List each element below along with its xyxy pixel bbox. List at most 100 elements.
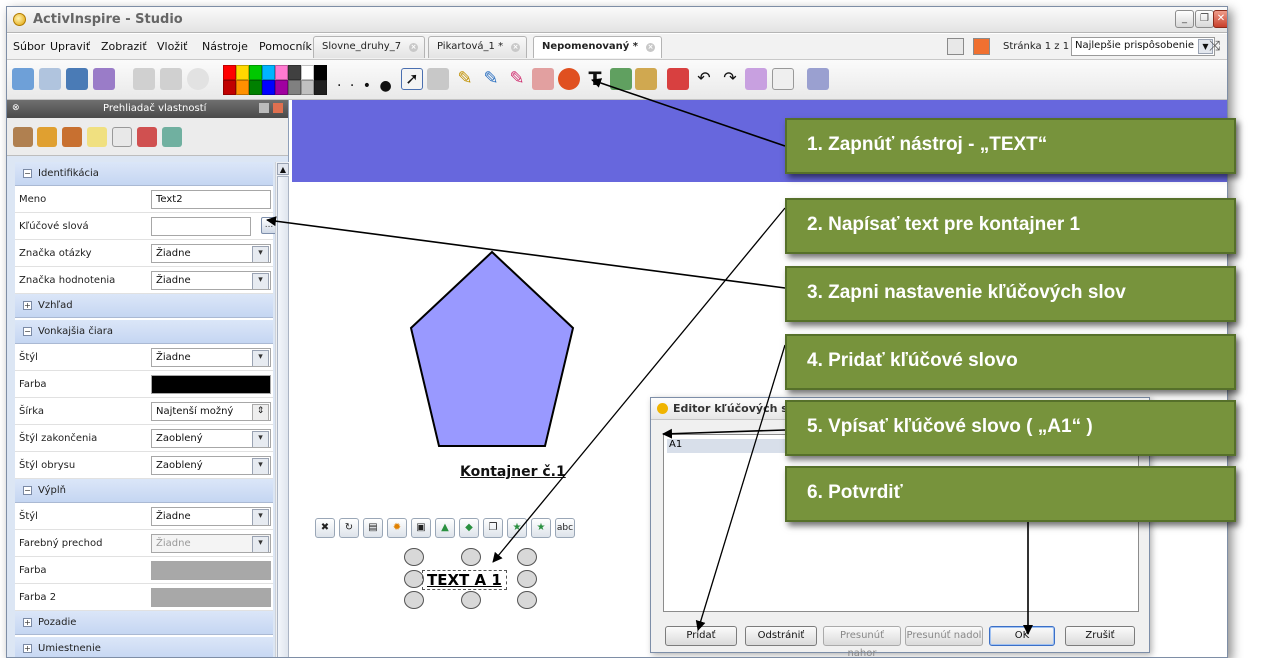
color-swatch[interactable] [223, 65, 236, 80]
action-browser-icon[interactable] [137, 127, 157, 147]
menu-help[interactable]: Pomocník [259, 40, 312, 53]
pin-icon[interactable] [273, 103, 283, 113]
color-swatch[interactable] [288, 65, 301, 80]
menu-view[interactable]: Zobraziť [101, 40, 147, 53]
color-swatch[interactable] [223, 80, 236, 95]
color-swatch[interactable] [249, 65, 262, 80]
pentagon-shape[interactable] [407, 248, 577, 448]
clear-icon[interactable] [745, 68, 767, 90]
pen-width-icon[interactable]: · · • ● [337, 78, 394, 94]
resize-handle[interactable] [517, 548, 537, 566]
tab-close-icon[interactable]: × [646, 43, 655, 52]
section-fill[interactable]: − Výplň [15, 479, 273, 503]
keywords-field[interactable] [151, 217, 251, 236]
desktop-icon[interactable] [66, 68, 88, 90]
section-outline[interactable]: − Vonkajšia čiara [15, 320, 273, 344]
close-window-button[interactable]: ✕ [1213, 10, 1227, 28]
scale-up-icon[interactable]: ▲ [435, 518, 455, 538]
connector-icon[interactable] [610, 68, 632, 90]
color-swatch[interactable] [275, 80, 288, 95]
dock-icon[interactable] [259, 103, 269, 113]
highlighter-icon[interactable]: ✎ [480, 68, 502, 90]
resource-browser-icon[interactable] [37, 127, 57, 147]
play-icon[interactable] [187, 68, 209, 90]
color-swatch[interactable] [262, 65, 275, 80]
name-field[interactable]: Text2 [151, 190, 271, 209]
section-background[interactable]: + Pozadie [15, 611, 273, 635]
tab-close-icon[interactable]: × [511, 43, 521, 52]
menu-edit[interactable]: Upraviť [50, 40, 90, 53]
outline-width-spinner[interactable]: Najtenší možný [151, 402, 271, 421]
property-browser-icon[interactable] [112, 127, 132, 147]
scroll-thumb[interactable] [277, 176, 289, 657]
menu-insert[interactable]: Vložiť [157, 40, 187, 53]
cancel-button[interactable]: Zrušiť [1065, 626, 1135, 646]
image-icon[interactable] [635, 68, 657, 90]
color-swatch[interactable] [249, 80, 262, 95]
customize-icon[interactable] [807, 68, 829, 90]
select-tool-icon[interactable]: ➚ [401, 68, 423, 90]
ok-button[interactable]: OK [989, 626, 1055, 646]
eraser-icon[interactable]: ✎ [506, 68, 528, 90]
redo-icon[interactable]: ↷ [719, 68, 741, 90]
scale-down-icon[interactable]: ◆ [459, 518, 479, 538]
color-swatch[interactable] [301, 80, 314, 95]
resize-handle[interactable] [404, 591, 424, 609]
main-tools-icon[interactable] [427, 68, 449, 90]
voting-browser-icon[interactable] [162, 127, 182, 147]
close-icon[interactable]: ⊗ [12, 103, 20, 113]
color-swatch[interactable] [236, 65, 249, 80]
activote-icon[interactable] [93, 68, 115, 90]
group-icon[interactable]: ▤ [363, 518, 383, 538]
color-swatch[interactable] [301, 65, 314, 80]
next-page-icon[interactable] [160, 68, 182, 90]
spellcheck-icon[interactable]: abc [555, 518, 575, 538]
notes-browser-icon[interactable] [87, 127, 107, 147]
tab-slovne-druhy[interactable]: Slovne_druhy_7 × [313, 36, 426, 58]
resize-handle[interactable] [404, 570, 424, 588]
color-swatch[interactable] [262, 80, 275, 95]
browser-icon[interactable] [12, 68, 34, 90]
outline-style-select[interactable]: Žiadne [151, 348, 271, 367]
shape-icon[interactable] [558, 68, 580, 90]
section-identification[interactable]: − Identifikácia [15, 162, 273, 186]
text-tool-icon[interactable]: T [584, 68, 606, 90]
copy-icon[interactable]: ❐ [483, 518, 503, 538]
page-view-icon[interactable] [947, 38, 964, 55]
fill-color-2-swatch[interactable] [151, 588, 271, 607]
contour-style-select[interactable]: Zaoblený [151, 456, 271, 475]
rating-tag-select[interactable]: Žiadne [151, 271, 271, 290]
rotate-icon[interactable]: ↻ [339, 518, 359, 538]
tab-nepomenovany[interactable]: Nepomenovaný * × [533, 36, 662, 58]
color-swatch[interactable] [288, 80, 301, 95]
scroll-up-icon[interactable]: ▲ [277, 163, 289, 175]
tab-close-icon[interactable]: × [409, 43, 419, 52]
reset-page-icon[interactable] [667, 68, 689, 90]
layer-icon[interactable]: ✹ [387, 518, 407, 538]
flipchart-icon[interactable] [973, 38, 990, 55]
text-object[interactable]: TEXT A 1 [422, 570, 507, 590]
menu-file[interactable]: Súbor [13, 40, 45, 53]
section-position[interactable]: + Umiestnenie [15, 637, 273, 657]
star-menu-icon[interactable]: ★ [507, 518, 527, 538]
page-browser-icon[interactable] [13, 127, 33, 147]
close-menu-icon[interactable]: ✖ [315, 518, 335, 538]
star-small-icon[interactable]: ★ [531, 518, 551, 538]
menu-tools[interactable]: Nástroje [202, 40, 248, 53]
fullscreen-icon[interactable]: ⤨ [1209, 38, 1220, 54]
page-icon[interactable] [772, 68, 794, 90]
color-swatch[interactable] [314, 80, 327, 95]
end-style-select[interactable]: Zaoblený [151, 429, 271, 448]
section-appearance[interactable]: + Vzhľad [15, 294, 273, 318]
question-tag-select[interactable]: Žiadne [151, 244, 271, 263]
color-palette[interactable] [223, 65, 327, 95]
resize-handle[interactable] [461, 548, 481, 566]
minimize-button[interactable]: _ [1175, 10, 1194, 28]
resize-handle[interactable] [404, 548, 424, 566]
zoom-select[interactable]: Najlepšie prispôsobenie ▼ [1071, 37, 1215, 56]
fill-color-swatch[interactable] [151, 561, 271, 580]
fill-icon[interactable] [532, 68, 554, 90]
color-swatch[interactable] [314, 65, 327, 80]
resize-handle[interactable] [461, 591, 481, 609]
resize-handle[interactable] [517, 591, 537, 609]
